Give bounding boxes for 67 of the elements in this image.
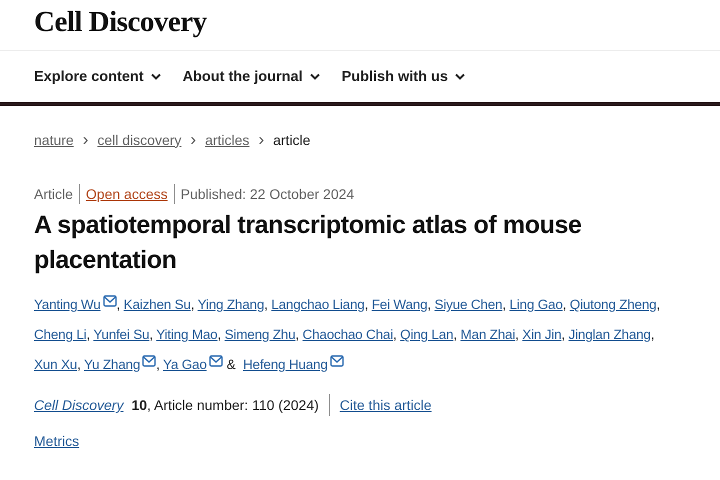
publish-date: Published: 22 October 2024 (174, 184, 360, 204)
author-link[interactable]: Hefeng Huang (243, 357, 328, 372)
author-separator: , (116, 297, 120, 312)
breadcrumb-link[interactable]: cell discovery (97, 132, 182, 148)
mail-icon[interactable] (102, 295, 117, 307)
author-separator: , (364, 297, 368, 312)
article-type: Article (34, 185, 74, 204)
author-separator: , (218, 327, 222, 342)
author-link[interactable]: Qiutong Zheng (570, 297, 656, 312)
author-link[interactable]: Yu Zhang (84, 357, 140, 372)
author-link[interactable]: Langchao Liang (271, 297, 365, 312)
author-link[interactable]: Man Zhai (460, 327, 516, 342)
chevron-down-icon (150, 73, 161, 80)
chevron-down-icon (454, 73, 465, 80)
mail-icon[interactable] (142, 355, 156, 367)
author-link[interactable]: Ling Gao (509, 297, 563, 312)
mail-icon[interactable] (330, 355, 344, 367)
author-separator: , (453, 327, 457, 342)
author-separator: , (77, 357, 81, 372)
author-separator: , (427, 297, 431, 312)
author-separator: , (264, 297, 268, 312)
author-separator: , (156, 357, 160, 372)
author-separator: , (393, 327, 397, 342)
author-separator: , (515, 327, 519, 342)
breadcrumb-separator: › (258, 130, 264, 150)
author-separator: , (562, 297, 566, 312)
author-link[interactable]: Fei Wang (372, 297, 428, 312)
nav-menu-button[interactable]: Explore content (34, 68, 161, 84)
author-separator: , (650, 327, 654, 342)
author-link[interactable]: Yanting Wu (34, 297, 101, 312)
author-link[interactable]: Ying Zhang (198, 297, 264, 312)
article-title: A spatiotemporal transcriptomic atlas of mouse placentation (34, 210, 582, 276)
author-link[interactable]: Chaochao Chai (302, 327, 394, 342)
journal-link[interactable]: Cell Discovery (34, 397, 132, 413)
author-separator: & (226, 357, 236, 372)
author-link[interactable]: Yiting Mao (156, 327, 218, 342)
chevron-down-icon (310, 73, 320, 80)
author-link[interactable]: Simeng Zhu (224, 327, 296, 342)
author-link[interactable]: Jinglan Zhang (568, 327, 651, 342)
journal-logo[interactable]: Cell Discovery (34, 6, 207, 38)
author-separator: , (190, 297, 194, 312)
author-separator: , (86, 327, 90, 342)
nav-menu-button[interactable]: Publish with us (342, 68, 465, 84)
citation-details: 10, Article number: 110 (2024) (131, 394, 330, 416)
author-separator: , (295, 327, 299, 342)
cite-article-link[interactable]: Cite this article (340, 397, 432, 413)
author-link[interactable]: Xin Jin (522, 327, 562, 342)
breadcrumb-separator: › (190, 130, 196, 150)
breadcrumb-link[interactable]: nature (34, 132, 74, 148)
breadcrumb-link[interactable]: articles (205, 132, 250, 148)
author-link[interactable]: Ya Gao (163, 357, 207, 372)
author-link[interactable]: Kaizhen Su (124, 297, 191, 312)
metrics-link[interactable]: Metrics (34, 433, 80, 449)
author-link[interactable]: Cheng Li (34, 327, 86, 342)
mail-icon[interactable] (208, 355, 223, 367)
nav-menu-button[interactable]: About the journal (182, 68, 320, 84)
author-link[interactable]: Xun Xu (34, 357, 78, 372)
author-separator: , (502, 297, 506, 312)
author-separator: , (656, 297, 660, 312)
author-link[interactable]: Yunfei Su (93, 327, 150, 342)
breadcrumb-current: article (273, 132, 310, 148)
author-link[interactable]: Siyue Chen (434, 297, 502, 312)
author-separator: , (561, 327, 565, 342)
breadcrumb-separator: › (82, 130, 88, 150)
author-link[interactable]: Qing Lan (400, 327, 454, 342)
author-separator: , (149, 327, 153, 342)
open-access-link[interactable]: Open access (78, 184, 174, 204)
